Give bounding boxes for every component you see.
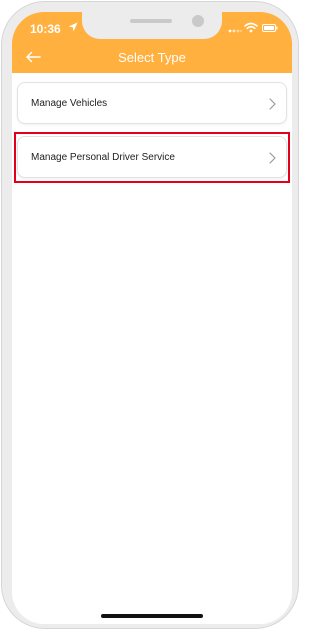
type-list: Manage Vehicles Manage Personal Driver S… bbox=[17, 82, 287, 190]
home-indicator[interactable] bbox=[101, 614, 203, 618]
list-item-manage-personal-driver-service[interactable]: Manage Personal Driver Service bbox=[17, 136, 287, 178]
list-item-manage-vehicles[interactable]: Manage Vehicles bbox=[17, 82, 287, 124]
location-arrow-icon bbox=[68, 22, 78, 32]
speaker-grille bbox=[130, 19, 172, 23]
chevron-right-icon bbox=[269, 152, 276, 164]
front-camera bbox=[192, 15, 204, 27]
device-notch bbox=[82, 12, 222, 39]
page-title: Select Type bbox=[118, 50, 186, 65]
chevron-right-icon bbox=[269, 98, 276, 110]
list-item-label: Manage Personal Driver Service bbox=[31, 152, 175, 163]
app-screen: 10:36 Select Type Manage Vehicles Manage… bbox=[12, 12, 292, 624]
phone-frame: 10:36 Select Type Manage Vehicles Manage… bbox=[1, 1, 299, 629]
status-time: 10:36 bbox=[30, 22, 61, 36]
wifi-icon bbox=[244, 22, 258, 33]
battery-icon bbox=[262, 24, 278, 32]
signal-icon bbox=[228, 29, 242, 33]
list-item-label: Manage Vehicles bbox=[31, 98, 108, 109]
app-header: 10:36 Select Type bbox=[12, 12, 292, 73]
